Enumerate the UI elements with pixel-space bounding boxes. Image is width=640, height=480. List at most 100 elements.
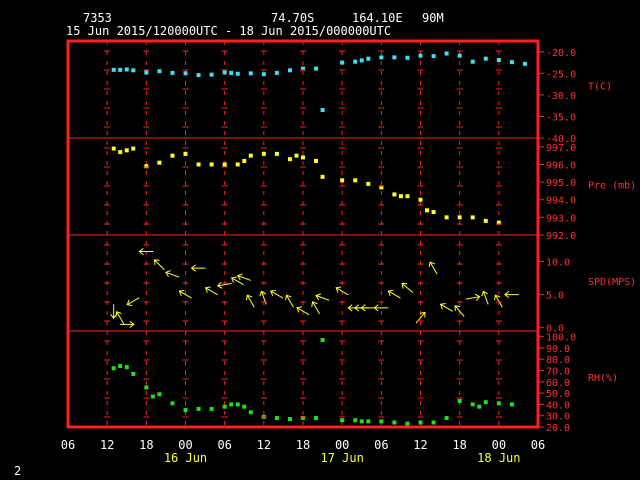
temperature-panel-point — [366, 56, 371, 61]
temperature-panel-ytick-label: -30.0 — [546, 91, 576, 102]
pressure-panel-ytick-label: 996.0 — [546, 160, 576, 171]
temperature-panel-point — [392, 55, 397, 60]
temperature-panel-point — [509, 60, 514, 65]
temperature-panel-point — [320, 107, 325, 112]
wind-arrow — [311, 301, 320, 315]
temperature-panel-point — [353, 59, 358, 64]
humidity-panel-ytick-label: 50.0 — [546, 389, 570, 400]
temperature-panel-point — [261, 72, 266, 77]
humidity-panel-point — [229, 402, 234, 407]
pressure-panel-point — [222, 162, 227, 167]
temperature-panel-point — [144, 70, 149, 75]
wind-arrow — [115, 311, 125, 325]
pressure-panel-point — [131, 146, 136, 151]
humidity-panel-point — [124, 365, 129, 370]
x-tick-label: 12 — [257, 438, 271, 452]
wind-arrow — [428, 261, 438, 275]
wind-arrow — [401, 282, 414, 293]
wind-panel-ytick-label: 5.0 — [546, 291, 564, 302]
pressure-panel-point — [314, 158, 319, 163]
humidity-panel-point — [222, 404, 227, 409]
wind-arrow — [270, 289, 284, 299]
pressure-panel-ytick-label: 997.0 — [546, 143, 576, 154]
temperature-panel-point — [131, 68, 136, 73]
pressure-panel-point — [170, 153, 175, 158]
x-tick-label: 06 — [374, 438, 388, 452]
pressure-panel-point — [261, 151, 266, 156]
temperature-panel-point — [340, 60, 345, 65]
temperature-panel-point — [124, 67, 129, 72]
pressure-panel-ytick-label: 995.0 — [546, 178, 576, 189]
pressure-panel-point — [444, 215, 449, 220]
x-tick-label: 18 — [296, 438, 310, 452]
temperature-panel-point — [379, 55, 384, 60]
humidity-panel-point — [235, 402, 240, 407]
temperature-panel-point — [496, 57, 501, 62]
wind-arrow — [190, 264, 206, 272]
wind-arrow — [481, 290, 489, 305]
temperature-panel-point — [483, 56, 488, 61]
x-tick-label: 18 — [139, 438, 153, 452]
pressure-panel-point — [294, 153, 299, 158]
humidity-panel-ylabel: RH(%) — [588, 373, 618, 384]
temperature-panel-point — [470, 59, 475, 64]
pressure-panel-point — [183, 151, 188, 156]
x-tick-label: 00 — [492, 438, 506, 452]
pressure-panel-point — [425, 208, 430, 213]
wind-arrow — [315, 293, 330, 301]
humidity-panel-point — [157, 392, 162, 397]
pressure-panel-point — [248, 153, 253, 158]
humidity-panel-point — [111, 366, 116, 371]
wind-arrow — [465, 293, 481, 301]
pressure-panel-point — [431, 210, 436, 215]
wind-arrow — [230, 276, 245, 286]
humidity-panel-point — [477, 404, 482, 409]
temperature-panel-point — [222, 70, 227, 75]
humidity-panel-point — [183, 408, 188, 413]
pressure-panel-point — [470, 215, 475, 220]
pressure-panel-point — [301, 155, 305, 160]
pressure-panel-point — [196, 162, 201, 167]
wind-arrow — [439, 303, 453, 312]
pressure-panel-point — [405, 194, 410, 199]
pressure-panel-point — [111, 146, 116, 151]
temperature-panel-point — [287, 68, 292, 73]
humidity-panel-ytick-label: 80.0 — [546, 355, 570, 366]
humidity-panel-point — [483, 400, 488, 405]
pressure-panel-point — [118, 150, 123, 155]
humidity-panel-point — [496, 401, 501, 406]
pressure-panel-ytick-label: 993.0 — [546, 213, 576, 224]
temperature-panel-ytick-label: -35.0 — [546, 112, 576, 123]
humidity-panel-point — [366, 419, 371, 424]
temperature-panel-point — [229, 70, 234, 75]
wind-arrow — [165, 270, 180, 278]
humidity-panel-point — [242, 404, 247, 409]
temperature-panel-point — [359, 58, 364, 63]
humidity-panel-point — [470, 402, 475, 407]
wind-arrow — [119, 320, 135, 328]
pressure-panel-point — [274, 151, 279, 156]
x-tick-label: 12 — [413, 438, 427, 452]
humidity-panel-point — [444, 415, 449, 420]
pressure-panel-point — [398, 194, 403, 199]
temperature-panel-point — [111, 67, 116, 72]
temperature-panel-point — [444, 51, 449, 56]
humidity-panel-ytick-label: 60.0 — [546, 378, 570, 389]
humidity-panel-point — [274, 415, 279, 420]
pressure-panel-point — [287, 157, 292, 162]
pressure-panel-point — [320, 174, 325, 179]
pressure-panel-point — [157, 160, 162, 165]
pressure-panel-ylabel: Pre (mb) — [588, 180, 636, 191]
wind-arrow — [246, 294, 255, 308]
temperature-panel-point — [118, 67, 123, 72]
humidity-panel-point — [320, 338, 325, 343]
wind-arrow — [259, 290, 267, 305]
humidity-panel-point — [379, 419, 384, 424]
temperature-panel-point — [196, 73, 201, 78]
meteogram-chart: -20.0-25.0-30.0-35.0-40.0T(C)997.0996.09… — [61, 39, 636, 465]
humidity-panel-point — [405, 421, 410, 426]
pressure-panel-point — [340, 178, 345, 183]
humidity-panel-point — [144, 385, 149, 390]
temperature-panel-point — [314, 66, 319, 71]
wind-arrow — [494, 294, 503, 308]
